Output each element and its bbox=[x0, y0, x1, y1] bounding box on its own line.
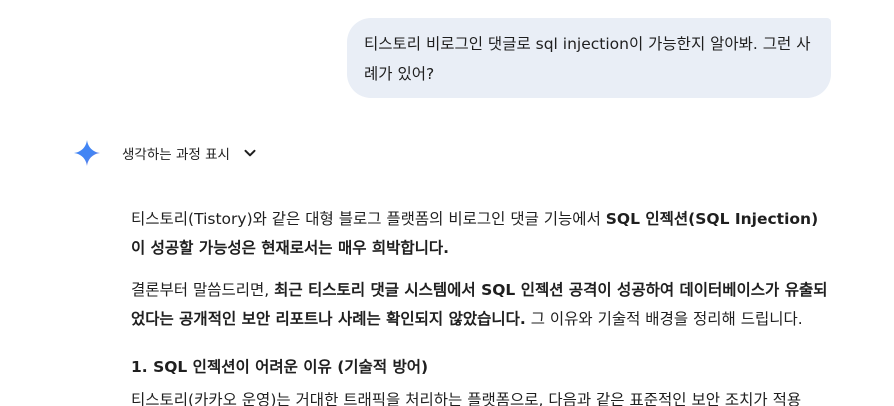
text-span: 티스토리(Tistory)와 같은 대형 블로그 플랫폼의 비로그인 댓글 기능… bbox=[131, 210, 606, 228]
response-paragraph: 티스토리(Tistory)와 같은 대형 블로그 플랫폼의 비로그인 댓글 기능… bbox=[131, 205, 831, 263]
gemini-sparkle-icon bbox=[74, 140, 100, 166]
chat-view: 티스토리 비로그인 댓글로 sql injection이 가능한지 알아봐. 그… bbox=[0, 0, 894, 406]
text-span: 결론부터 말씀드리면, bbox=[131, 281, 275, 299]
text-span: 그 이유와 기술적 배경을 정리해 드립니다. bbox=[525, 310, 803, 328]
user-message-text: 티스토리 비로그인 댓글로 sql injection이 가능한지 알아봐. 그… bbox=[364, 35, 811, 83]
response-paragraph: 티스토리(카카오 운영)는 거대한 트래픽을 처리하는 플랫폼으로, 다음과 같… bbox=[131, 391, 802, 406]
user-message-bubble: 티스토리 비로그인 댓글로 sql injection이 가능한지 알아봐. 그… bbox=[347, 18, 831, 98]
chevron-down-icon bbox=[244, 149, 256, 157]
show-thinking-toggle[interactable]: 생각하는 과정 표시 bbox=[122, 141, 258, 165]
response-paragraph: 결론부터 말씀드리면, 최근 티스토리 댓글 시스템에서 SQL 인젝션 공격이… bbox=[131, 276, 831, 334]
thinking-label: 생각하는 과정 표시 bbox=[122, 147, 230, 163]
section-heading: 1. SQL 인젝션이 어려운 이유 (기술적 방어) bbox=[131, 358, 429, 376]
assistant-response: 티스토리(Tistory)와 같은 대형 블로그 플랫폼의 비로그인 댓글 기능… bbox=[131, 205, 831, 406]
